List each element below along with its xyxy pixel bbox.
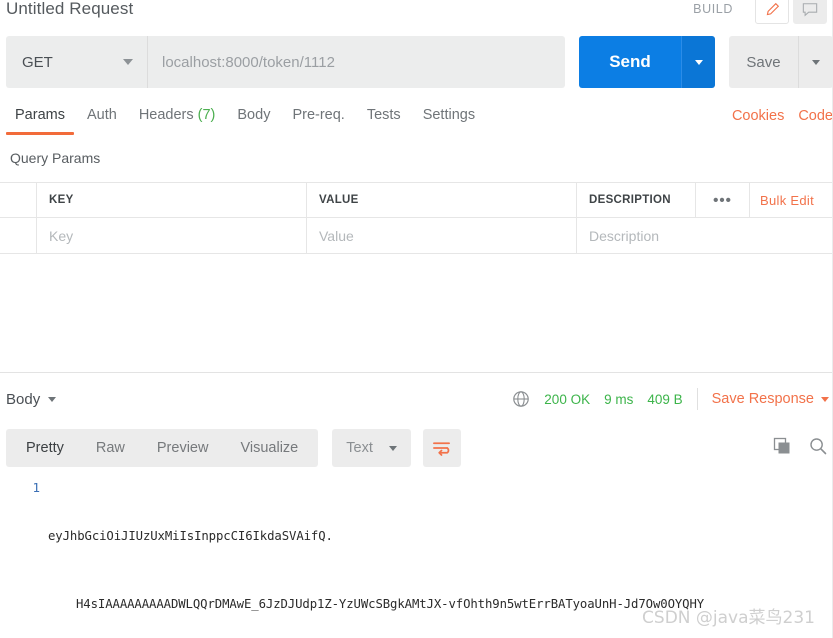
- tab-auth[interactable]: Auth: [76, 104, 128, 135]
- tab-label: Auth: [86, 107, 117, 123]
- query-params-table: KEY VALUE DESCRIPTION ••• Bulk Edit Key …: [0, 182, 833, 254]
- tab-settings[interactable]: Settings: [412, 104, 486, 135]
- response-tools: [773, 437, 833, 460]
- tab-label: Headers: [138, 107, 194, 123]
- column-header-description: DESCRIPTION: [589, 194, 671, 206]
- chevron-down-icon: [48, 396, 57, 402]
- title-bar-actions: BUILD: [693, 0, 833, 24]
- query-params-heading: Query Params: [10, 150, 101, 166]
- tab-label: Pre-req.: [292, 107, 345, 123]
- url-input[interactable]: localhost:8000/token/1112: [148, 36, 565, 88]
- save-response-label: Save Response: [711, 391, 814, 407]
- chevron-down-icon: [694, 59, 703, 65]
- tab-params[interactable]: Params: [4, 104, 76, 135]
- save-response-button[interactable]: Save Response: [712, 391, 831, 407]
- more-actions-icon[interactable]: •••: [695, 183, 749, 217]
- response-time: 9 ms: [604, 391, 634, 407]
- tab-pre-request[interactable]: Pre-req.: [281, 104, 355, 135]
- build-label: BUILD: [693, 2, 733, 16]
- select-all-checkbox-cell[interactable]: [0, 183, 37, 217]
- line-number-gutter: 1: [0, 478, 48, 638]
- tab-label: Settings: [422, 107, 476, 123]
- tab-headers[interactable]: Headers (7): [128, 104, 227, 135]
- line-number: 1: [32, 480, 40, 495]
- chevron-down-icon: [123, 59, 133, 65]
- response-divider: [0, 372, 833, 373]
- divider: [696, 388, 698, 410]
- tab-bar-links: Cookies Code: [732, 104, 833, 124]
- tab-label: Body: [237, 107, 271, 123]
- table-row: Key Value Description: [0, 218, 833, 254]
- response-status-bar: Body 200 OK 9 ms 409 B Save Response: [0, 380, 833, 418]
- request-title-bar: Untitled Request BUILD: [0, 0, 833, 26]
- response-body-label: Body: [6, 390, 41, 408]
- tab-tests[interactable]: Tests: [356, 104, 412, 135]
- column-header-value: VALUE: [307, 183, 577, 217]
- tab-label: Tests: [366, 107, 401, 123]
- headers-count: (7): [197, 107, 216, 123]
- http-method-select[interactable]: GET: [6, 36, 148, 88]
- save-button-group: Save: [729, 36, 833, 88]
- code-link[interactable]: Code: [798, 108, 833, 124]
- tab-raw[interactable]: Raw: [80, 429, 141, 467]
- chevron-down-icon: [821, 396, 829, 402]
- tab-label: Params: [15, 107, 65, 123]
- code-line: eyJhbGciOiJIUzUxMiIsInppcCI6IkdaSVAifQ.: [48, 529, 333, 543]
- cookies-link[interactable]: Cookies: [732, 108, 784, 124]
- url-bar: GET localhost:8000/token/1112 Send Save: [6, 36, 833, 88]
- status-badge: 200 OK: [544, 391, 591, 407]
- response-size: 409 B: [647, 391, 683, 407]
- save-button[interactable]: Save: [729, 36, 799, 88]
- pencil-icon[interactable]: [755, 0, 789, 24]
- response-view-tabs: Pretty Raw Preview Visualize: [6, 429, 319, 467]
- tab-body[interactable]: Body: [226, 104, 281, 135]
- response-format-select[interactable]: Text: [332, 429, 411, 467]
- send-options-button[interactable]: [681, 36, 715, 88]
- chevron-down-icon: [812, 59, 820, 65]
- postman-request-window: Untitled Request BUILD GET localhost:800…: [0, 0, 833, 638]
- word-wrap-icon[interactable]: [422, 429, 461, 467]
- response-view-bar: Pretty Raw Preview Visualize Text: [6, 428, 833, 468]
- chevron-down-icon: [388, 445, 397, 451]
- search-icon[interactable]: [809, 437, 827, 460]
- column-header-key: KEY: [37, 183, 307, 217]
- tab-visualize[interactable]: Visualize: [224, 429, 314, 467]
- comment-icon[interactable]: [793, 0, 827, 24]
- description-input[interactable]: Description: [577, 218, 833, 253]
- bulk-edit-link[interactable]: Bulk Edit: [749, 183, 833, 217]
- tab-pretty[interactable]: Pretty: [10, 429, 80, 467]
- request-tabs: Params Auth Headers (7) Body Pre-req. Te…: [0, 104, 833, 140]
- send-button[interactable]: Send: [579, 36, 681, 88]
- table-header-row: KEY VALUE DESCRIPTION ••• Bulk Edit: [0, 182, 833, 218]
- tab-preview[interactable]: Preview: [141, 429, 225, 467]
- send-button-group: Send: [579, 36, 715, 88]
- http-method-label: GET: [22, 53, 53, 71]
- response-format-label: Text: [346, 440, 373, 456]
- response-meta: 200 OK 9 ms 409 B Save Response: [512, 388, 831, 410]
- copy-icon[interactable]: [773, 437, 791, 460]
- save-options-button[interactable]: [799, 36, 833, 88]
- page-title: Untitled Request: [6, 0, 134, 18]
- row-checkbox-cell[interactable]: [0, 218, 37, 253]
- watermark: CSDN @java菜鸟231: [642, 608, 815, 628]
- key-input[interactable]: Key: [37, 218, 307, 253]
- globe-icon[interactable]: [512, 390, 530, 408]
- value-input[interactable]: Value: [307, 218, 577, 253]
- response-body-selector[interactable]: Body: [6, 390, 57, 408]
